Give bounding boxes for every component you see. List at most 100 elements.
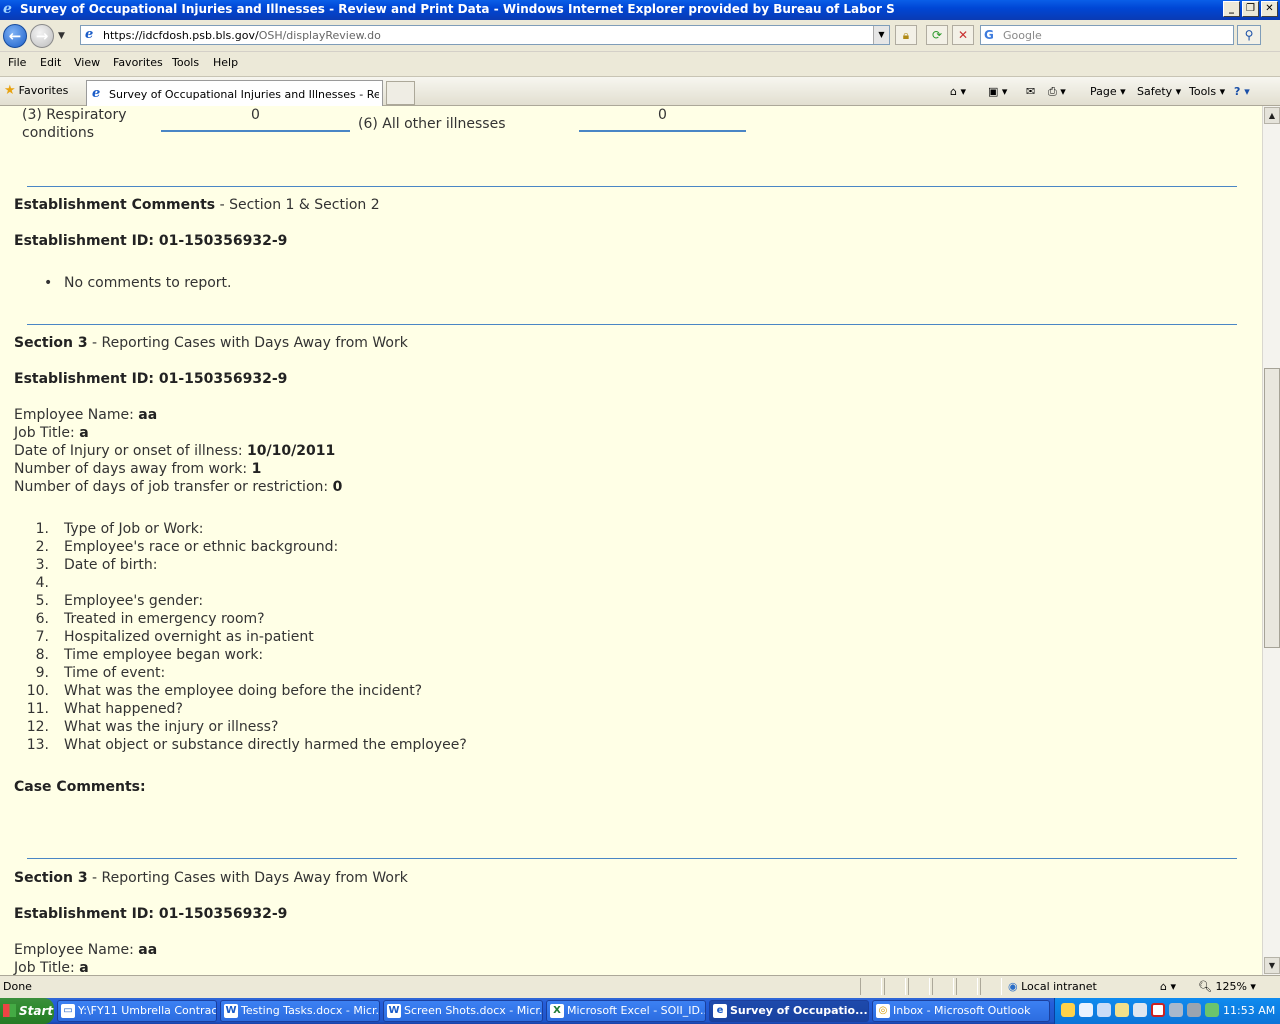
task-outlook[interactable]: ◎ Inbox - Microsoft Outlook: [872, 1000, 1050, 1022]
question-number: 10.: [26, 683, 49, 699]
menu-bar: File Edit View Favorites Tools Help: [0, 53, 1280, 73]
scroll-up-icon[interactable]: ▲: [1264, 107, 1280, 124]
menu-favorites[interactable]: Favorites: [113, 56, 163, 69]
respiratory-label-2: conditions: [22, 125, 95, 141]
tray-icon[interactable]: [1097, 1003, 1111, 1017]
task-ie-survey[interactable]: e Survey of Occupatio...: [709, 1000, 869, 1022]
restore-button[interactable]: ❐: [1242, 1, 1259, 17]
page-menu[interactable]: Page ▾: [1090, 85, 1126, 98]
favorites-bar: ★ Favorites e Survey of Occupational Inju…: [0, 76, 1280, 106]
search-icon[interactable]: ⚲: [1237, 25, 1261, 45]
help-icon[interactable]: ? ▾: [1234, 85, 1250, 98]
question-text: Type of Job or Work:: [64, 521, 204, 537]
minimize-button[interactable]: _: [1223, 1, 1240, 17]
status-text: Done: [3, 980, 32, 993]
address-bar[interactable]: e https://idcfdosh.psb.bls.gov/OSH/displ…: [80, 25, 890, 45]
bullet-icon: •: [44, 275, 53, 291]
tray-icon[interactable]: [1061, 1003, 1075, 1017]
address-url[interactable]: https://idcfdosh.psb.bls.gov/OSH/display…: [103, 29, 381, 42]
scroll-thumb[interactable]: [1264, 368, 1280, 648]
comments-heading: Establishment Comments - Section 1 & Sec…: [14, 197, 380, 213]
start-button[interactable]: Start: [0, 998, 54, 1024]
home-icon[interactable]: ⌂ ▾: [950, 85, 966, 98]
title-bar: e Survey of Occupational Injuries and Il…: [0, 0, 1280, 20]
section3-heading: Section 3 - Reporting Cases with Days Aw…: [14, 870, 408, 886]
shield-icon[interactable]: [1151, 1003, 1165, 1017]
question-number: 6.: [35, 611, 49, 627]
question-number: 11.: [26, 701, 49, 717]
clock: 11:53 AM: [1223, 1004, 1276, 1017]
establishment-id: Establishment ID: 01-150356932-9: [14, 906, 288, 922]
menu-edit[interactable]: Edit: [40, 56, 61, 69]
search-box[interactable]: G Google: [980, 25, 1234, 45]
word-icon: W: [387, 1004, 401, 1018]
task-word-testing[interactable]: W Testing Tasks.docx - Micr...: [220, 1000, 380, 1022]
history-dropdown-icon[interactable]: ▼: [58, 31, 65, 41]
question-number: 3.: [35, 557, 49, 573]
menu-view[interactable]: View: [74, 56, 100, 69]
task-word-screenshots[interactable]: W Screen Shots.docx - Micr...: [383, 1000, 543, 1022]
ie-icon: e: [713, 1004, 727, 1018]
other-illness-field-line: [579, 130, 746, 132]
mail-icon[interactable]: ✉: [1026, 85, 1035, 98]
task-folder[interactable]: ▭ Y:\FY11 Umbrella Contract: [57, 1000, 217, 1022]
star-icon: ★: [4, 83, 16, 98]
question-number: 7.: [35, 629, 49, 645]
new-tab-button[interactable]: [386, 81, 415, 105]
menu-help[interactable]: Help: [213, 56, 238, 69]
question-text: What happened?: [64, 701, 183, 717]
scroll-down-icon[interactable]: ▼: [1264, 957, 1280, 974]
respiratory-field-line: [161, 130, 350, 132]
question-number: 12.: [26, 719, 49, 735]
back-button[interactable]: ←: [3, 24, 27, 48]
tab-survey[interactable]: e Survey of Occupational Injuries and Il…: [86, 80, 383, 106]
address-dropdown-icon[interactable]: ▼: [873, 26, 889, 44]
close-button[interactable]: ✕: [1261, 1, 1278, 17]
tray-icon[interactable]: [1133, 1003, 1147, 1017]
page-icon: e: [85, 27, 94, 42]
safety-menu[interactable]: Safety ▾: [1137, 85, 1181, 98]
taskbar: Start ▭ Y:\FY11 Umbrella Contract W Testin…: [0, 998, 1280, 1024]
days-transfer: Number of days of job transfer or restri…: [14, 479, 343, 495]
security-zone[interactable]: ◉ Local intranet: [1008, 980, 1097, 993]
divider: [27, 186, 1237, 187]
vertical-scrollbar[interactable]: ▲ ▼: [1262, 106, 1280, 975]
no-comments-text: No comments to report.: [64, 275, 232, 291]
tools-menu[interactable]: Tools ▾: [1189, 85, 1225, 98]
lock-icon[interactable]: 🔒︎: [895, 25, 917, 45]
task-excel[interactable]: X Microsoft Excel - SOII_ID...: [546, 1000, 706, 1022]
menu-file[interactable]: File: [8, 56, 26, 69]
job-title: Job Title: a: [14, 425, 89, 441]
ie-icon: e: [3, 1, 12, 17]
refresh-icon[interactable]: ⟳: [926, 25, 948, 45]
divider: [27, 324, 1237, 325]
tray-icon[interactable]: [1205, 1003, 1219, 1017]
search-placeholder: Google: [1003, 29, 1042, 42]
page-content: (3) Respiratory conditions 0 (6) All oth…: [0, 106, 1262, 975]
injury-date: Date of Injury or onset of illness: 10/1…: [14, 443, 336, 459]
network-icon[interactable]: [1169, 1003, 1183, 1017]
forward-button[interactable]: →: [30, 24, 54, 48]
print-icon[interactable]: ⎙ ▾: [1048, 85, 1066, 99]
respiratory-value: 0: [251, 107, 260, 123]
menu-tools[interactable]: Tools: [172, 56, 199, 69]
establishment-id: Establishment ID: 01-150356932-9: [14, 371, 288, 387]
question-number: 2.: [35, 539, 49, 555]
other-illness-value: 0: [658, 107, 667, 123]
question-text: Time of event:: [64, 665, 166, 681]
favorites-button[interactable]: ★ Favorites: [4, 83, 68, 98]
question-text: What was the injury or illness?: [64, 719, 279, 735]
respiratory-label: (3) Respiratory: [22, 107, 127, 123]
question-text: Treated in emergency room?: [64, 611, 265, 627]
lock-tray-icon[interactable]: [1115, 1003, 1129, 1017]
protected-mode-icon[interactable]: ⌂ ▾: [1160, 980, 1176, 993]
section3-heading: Section 3 - Reporting Cases with Days Aw…: [14, 335, 408, 351]
question-text: Date of birth:: [64, 557, 158, 573]
tray-icon[interactable]: [1187, 1003, 1201, 1017]
stop-icon[interactable]: ✕: [952, 25, 974, 45]
zoom-level[interactable]: 🔍︎ 125% ▾: [1198, 980, 1256, 993]
question-number: 4.: [35, 575, 49, 591]
job-title: Job Title: a: [14, 960, 89, 975]
feeds-icon[interactable]: ▣ ▾: [988, 85, 1007, 98]
tray-icon[interactable]: [1079, 1003, 1093, 1017]
